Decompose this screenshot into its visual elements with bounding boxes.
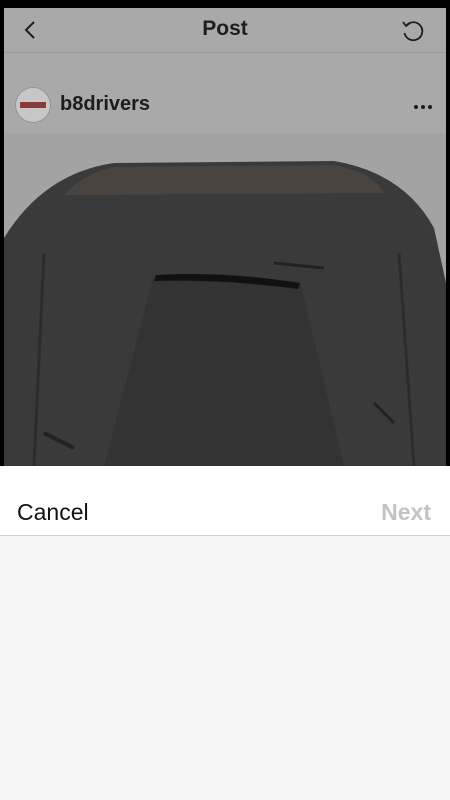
avatar[interactable] — [15, 87, 51, 123]
post-photo — [4, 133, 446, 466]
action-sheet: Cancel Next — [0, 466, 450, 800]
car-hood-photo — [4, 133, 446, 466]
more-horizontal-icon[interactable] — [414, 105, 432, 109]
cancel-button[interactable]: Cancel — [17, 499, 89, 526]
post-nav-bar: Post — [4, 8, 446, 53]
refresh-icon[interactable] — [400, 18, 426, 44]
post-author-row: b8drivers — [4, 53, 446, 133]
username[interactable]: b8drivers — [60, 93, 150, 116]
brand-logo-icon — [20, 102, 46, 108]
action-bar: Cancel Next — [0, 466, 450, 536]
next-button[interactable]: Next — [381, 499, 431, 526]
page-title: Post — [202, 17, 248, 40]
post-preview: Post b8drivers — [4, 8, 446, 466]
